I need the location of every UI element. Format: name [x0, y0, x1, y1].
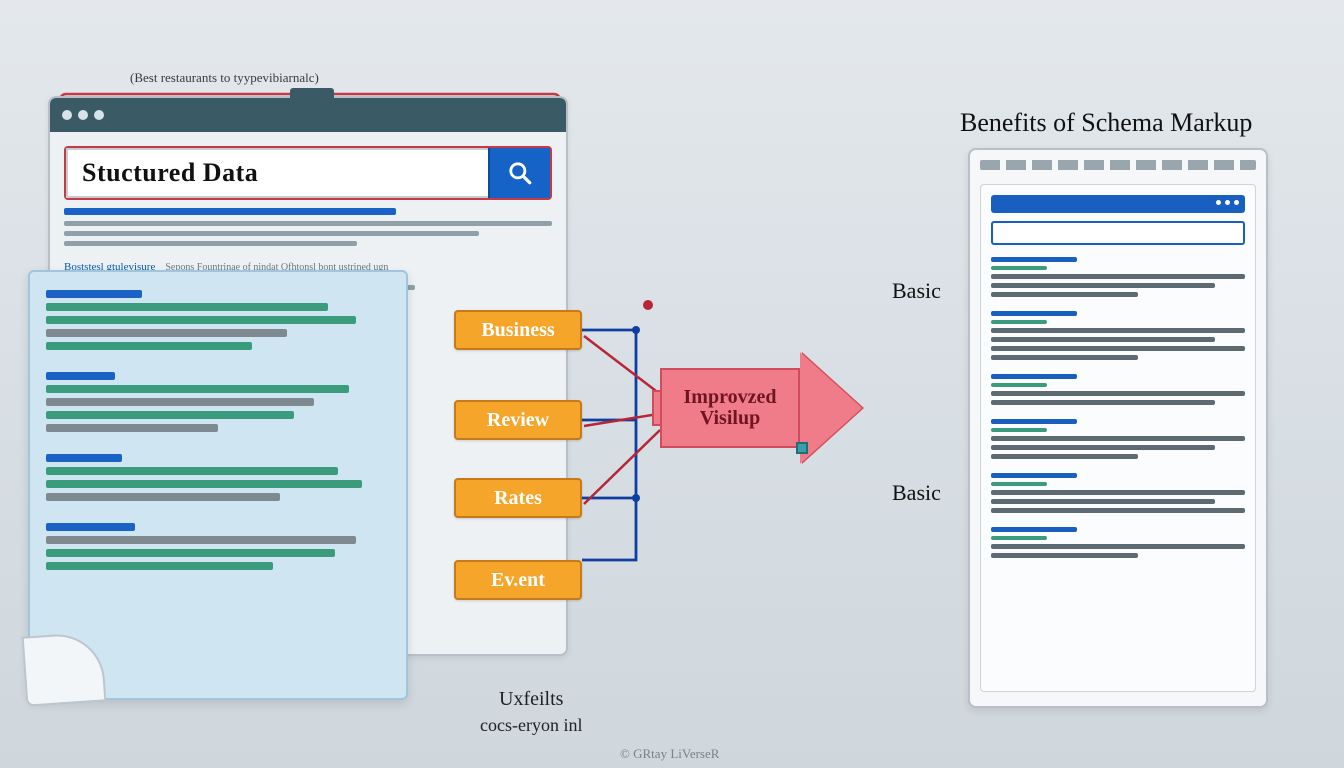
search-icon [507, 160, 533, 186]
schema-tag-rates: Rates [454, 478, 582, 518]
rich-snippet [991, 257, 1245, 297]
arrow-head-icon [800, 352, 862, 464]
results-overlay [28, 270, 408, 700]
benefits-title: Benefits of Schema Markup [960, 108, 1252, 138]
label-basic-2: Basic [892, 480, 941, 506]
bottom-caption: Uxfeilts cocs-eryon inl [480, 688, 582, 736]
rich-snippet [991, 374, 1245, 405]
improved-visibility-box: Improvzed Visilup [660, 368, 800, 448]
bottom-caption-a: Uxfeilts [480, 688, 582, 711]
browser-tab-chip [290, 88, 334, 108]
benefits-panel [968, 148, 1268, 708]
decor-square-icon [796, 442, 808, 454]
mini-browser-bar [991, 195, 1245, 213]
improved-line2: Visilup [700, 408, 760, 429]
schema-tag-review: Review [454, 400, 582, 440]
top-caption: (Best restaurants to tyypevibiarnalc) [130, 70, 319, 86]
improved-line1: Improvzed [684, 387, 777, 408]
rich-snippet [991, 311, 1245, 360]
schema-tag-event: Ev.ent [454, 560, 582, 600]
benefits-inner [980, 184, 1256, 692]
window-dot-icon [62, 110, 72, 120]
page-curl-icon [22, 631, 107, 706]
search-bar-group: Stuctured Data [64, 146, 552, 200]
schema-tag-business: Business [454, 310, 582, 350]
rich-snippet [991, 419, 1245, 459]
window-dot-icon [94, 110, 104, 120]
mini-search-input[interactable] [991, 221, 1245, 245]
rich-snippet [991, 527, 1245, 558]
search-button[interactable] [488, 148, 550, 198]
search-input[interactable]: Stuctured Data [66, 148, 488, 198]
rich-snippet [991, 473, 1245, 513]
credit-text: © GRtay LiVerseR [620, 746, 719, 762]
label-basic-1: Basic [892, 278, 941, 304]
bottom-caption-b: cocs-eryon inl [480, 715, 582, 736]
window-dot-icon [78, 110, 88, 120]
